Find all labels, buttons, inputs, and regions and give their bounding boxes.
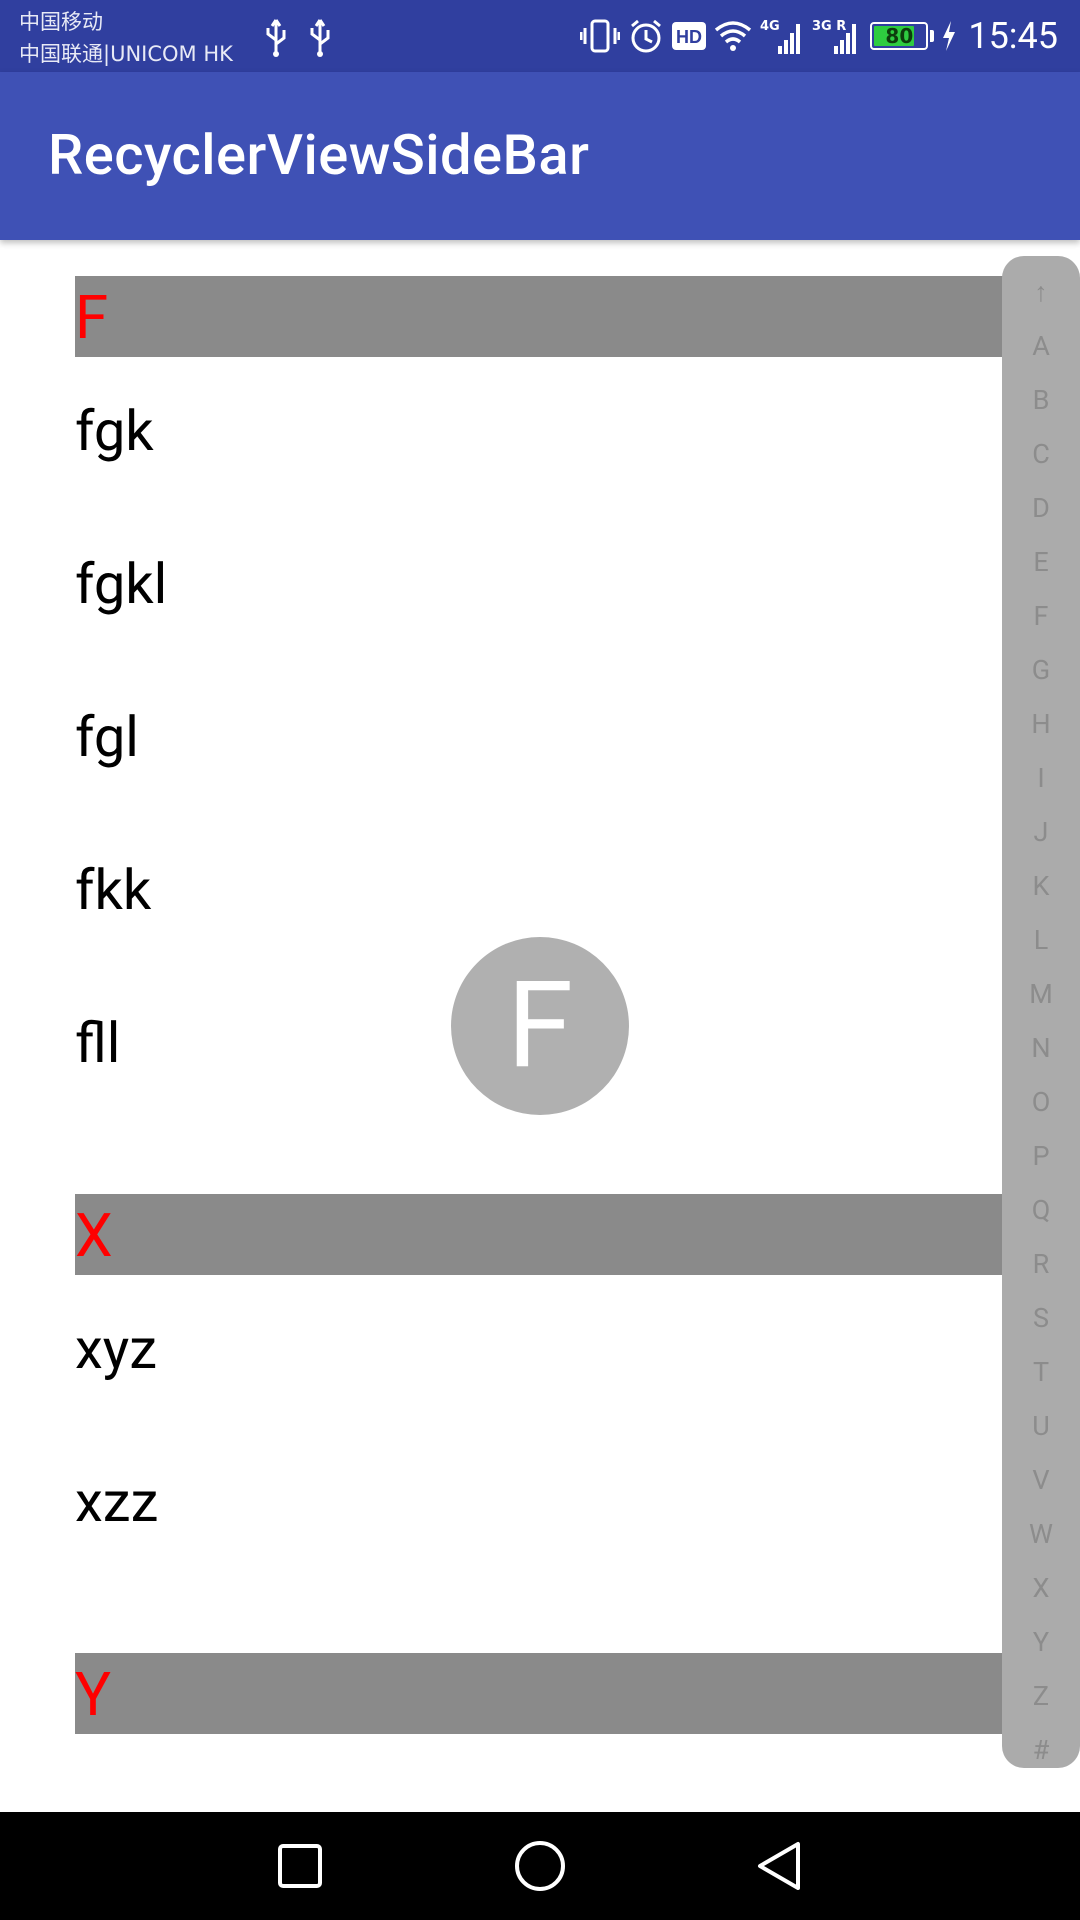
list-item[interactable]: fgkl bbox=[75, 510, 1005, 660]
section-letter: X bbox=[75, 1200, 113, 1271]
sidebar-index-d[interactable]: D bbox=[1002, 492, 1080, 524]
sidebar-index-o[interactable]: O bbox=[1002, 1086, 1080, 1118]
hd-icon: HD bbox=[672, 22, 707, 50]
usb-icon bbox=[306, 18, 334, 58]
status-bar: 中国移动 中国联通|UNICOM HK HD 4G 3G R 80 15:45 bbox=[0, 0, 1080, 72]
list-item-label: xyz bbox=[75, 1316, 158, 1382]
recents-button[interactable] bbox=[268, 1834, 332, 1898]
vibrate-icon bbox=[580, 18, 621, 54]
sidebar-index-g[interactable]: G bbox=[1002, 654, 1080, 686]
sidebar-index-i[interactable]: I bbox=[1002, 762, 1080, 794]
carrier-info: 中国移动 中国联通|UNICOM HK bbox=[19, 6, 233, 70]
alarm-icon bbox=[628, 18, 664, 54]
section-header: Y bbox=[75, 1653, 1005, 1734]
list-item[interactable]: fgl bbox=[75, 663, 1005, 813]
battery-tip bbox=[930, 30, 935, 42]
clock: 15:45 bbox=[968, 15, 1058, 57]
sidebar-index-c[interactable]: C bbox=[1002, 438, 1080, 470]
signal-icon: 3G R bbox=[812, 16, 862, 56]
status-icons: HD 4G 3G R 80 15:45 bbox=[580, 8, 1058, 64]
list-item-label: xzz bbox=[75, 1469, 159, 1535]
sidebar-index-n[interactable]: N bbox=[1002, 1032, 1080, 1064]
home-icon bbox=[515, 1841, 565, 1891]
list-item-label: fll bbox=[75, 1010, 121, 1076]
carrier-2: 中国联通|UNICOM HK bbox=[19, 42, 233, 66]
section-header: F bbox=[75, 276, 1005, 357]
list-item[interactable]: fgk bbox=[75, 357, 1005, 507]
section-letter: F bbox=[75, 282, 109, 353]
sidebar-index-z[interactable]: Z bbox=[1002, 1680, 1080, 1712]
alphabet-sidebar[interactable]: ↑ A B C D E F G H I J K L M N O P Q R S T U V W X Y Z # bbox=[1002, 256, 1080, 1768]
list-item-label: fgkl bbox=[75, 551, 168, 617]
sidebar-index-w[interactable]: W bbox=[1002, 1518, 1080, 1550]
back-button[interactable] bbox=[748, 1834, 812, 1898]
sidebar-index-b[interactable]: B bbox=[1002, 384, 1080, 416]
overlay-letter: F bbox=[506, 956, 574, 1096]
sidebar-index-h[interactable]: H bbox=[1002, 708, 1080, 740]
sidebar-index-j[interactable]: J bbox=[1002, 816, 1080, 848]
sidebar-index-x[interactable]: X bbox=[1002, 1572, 1080, 1604]
home-button[interactable] bbox=[508, 1834, 572, 1898]
sidebar-index-hash[interactable]: # bbox=[1002, 1734, 1080, 1766]
carrier-1: 中国移动 bbox=[19, 10, 103, 34]
sidebar-index-q[interactable]: Q bbox=[1002, 1194, 1080, 1226]
sidebar-index-u[interactable]: U bbox=[1002, 1410, 1080, 1442]
charging-icon bbox=[942, 21, 956, 51]
sidebar-index-f[interactable]: F bbox=[1002, 600, 1080, 632]
sidebar-index-s[interactable]: S bbox=[1002, 1302, 1080, 1334]
section-letter: Y bbox=[75, 1659, 112, 1730]
sidebar-index-l[interactable]: L bbox=[1002, 924, 1080, 956]
app-bar: RecyclerViewSideBar bbox=[0, 72, 1080, 240]
app-title: RecyclerViewSideBar bbox=[48, 122, 590, 188]
back-icon bbox=[758, 1842, 800, 1890]
list-item-label: fkk bbox=[75, 857, 152, 923]
section-header: X bbox=[75, 1194, 1005, 1275]
battery-level: 80 bbox=[885, 24, 914, 48]
svg-text:3G R: 3G R bbox=[812, 19, 846, 34]
sidebar-index-r[interactable]: R bbox=[1002, 1248, 1080, 1280]
sidebar-index-v[interactable]: V bbox=[1002, 1464, 1080, 1496]
usb-icon bbox=[262, 18, 290, 58]
svg-text:HD: HD bbox=[676, 27, 702, 47]
sidebar-index-m[interactable]: M bbox=[1002, 978, 1080, 1010]
list-item[interactable]: xzz bbox=[75, 1428, 1005, 1578]
sidebar-index-e[interactable]: E bbox=[1002, 546, 1080, 578]
sidebar-index-k[interactable]: K bbox=[1002, 870, 1080, 902]
list-item-label: fgk bbox=[75, 398, 154, 464]
list-item[interactable]: xyz bbox=[75, 1275, 1005, 1425]
sidebar-index-p[interactable]: P bbox=[1002, 1140, 1080, 1172]
svg-text:4G: 4G bbox=[760, 19, 780, 34]
signal-icon: 4G bbox=[760, 16, 804, 56]
navigation-bar bbox=[0, 1812, 1080, 1920]
letter-overlay: F bbox=[451, 937, 629, 1115]
sidebar-index-t[interactable]: T bbox=[1002, 1356, 1080, 1388]
sidebar-index-a[interactable]: A bbox=[1002, 330, 1080, 362]
battery-icon: 80 bbox=[870, 22, 929, 50]
wifi-icon bbox=[714, 20, 752, 52]
list-item-label: fgl bbox=[75, 704, 139, 770]
recents-icon bbox=[278, 1844, 322, 1888]
sidebar-index-y[interactable]: Y bbox=[1002, 1626, 1080, 1658]
sidebar-index-top[interactable]: ↑ bbox=[1002, 276, 1080, 308]
